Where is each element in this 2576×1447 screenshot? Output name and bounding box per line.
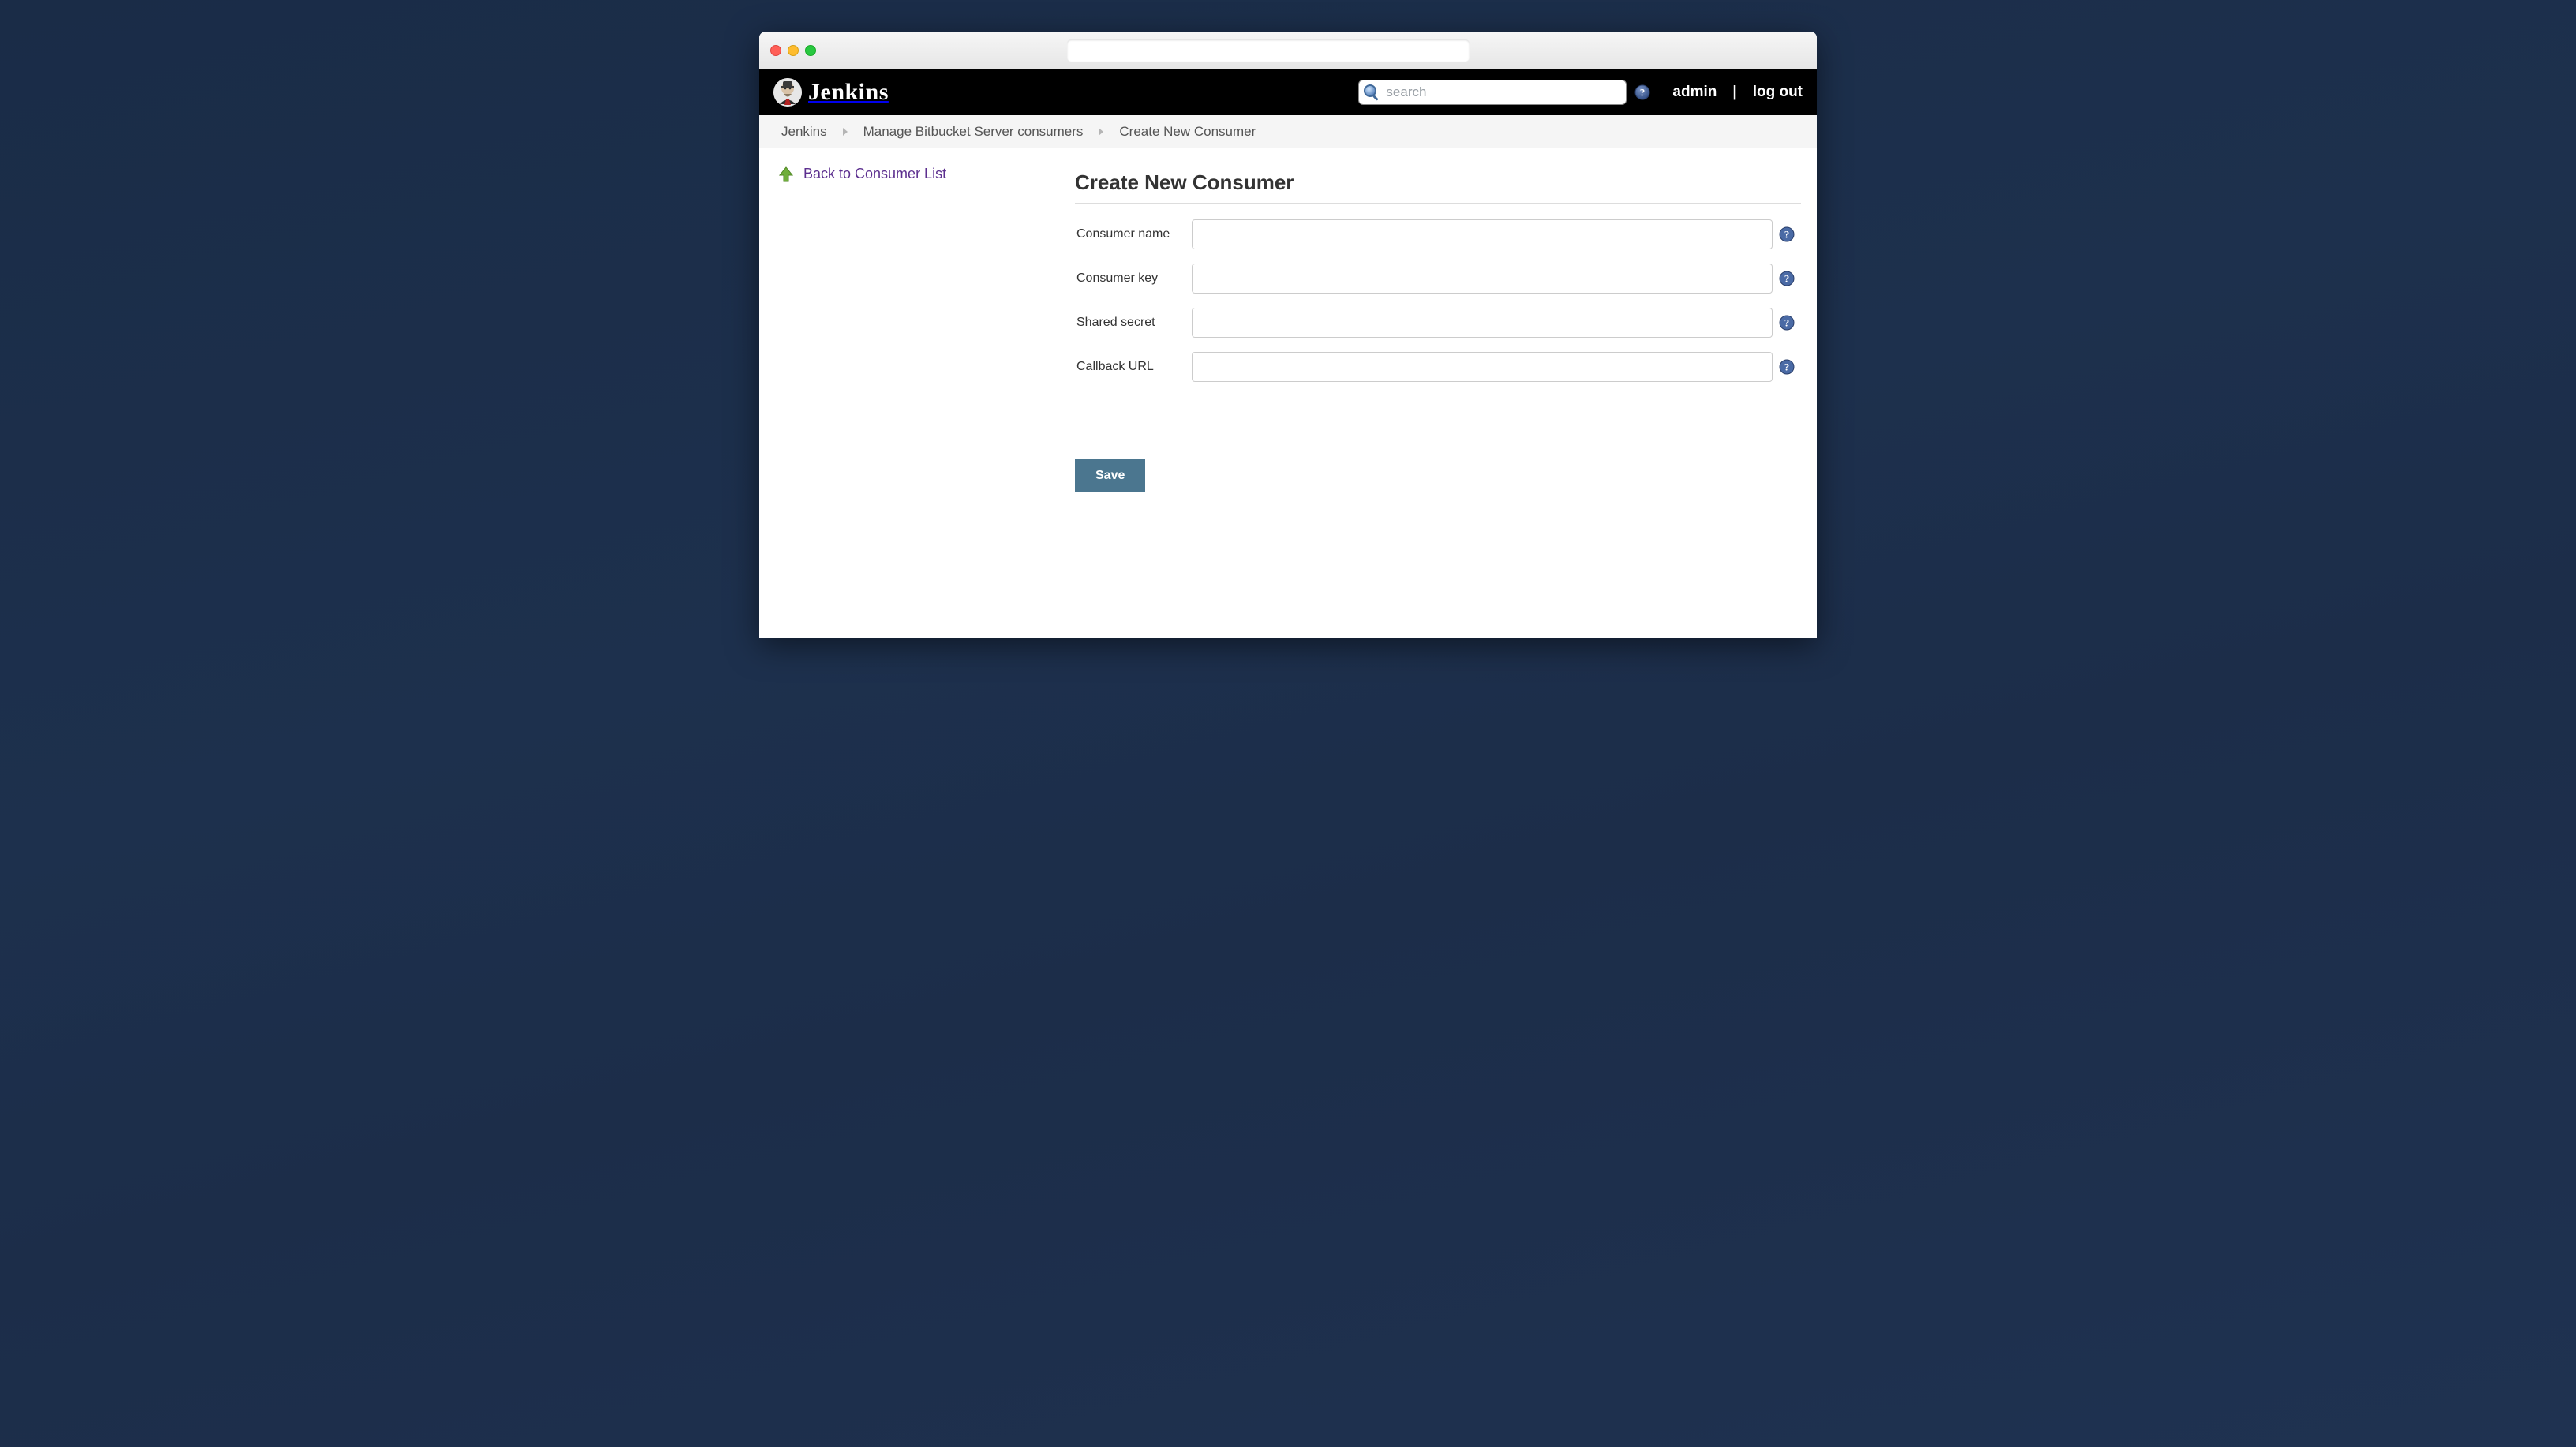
field-label: Callback URL bbox=[1075, 360, 1185, 374]
save-button[interactable]: Save bbox=[1075, 459, 1145, 492]
shared-secret-input[interactable] bbox=[1192, 308, 1773, 338]
chevron-right-icon bbox=[1099, 128, 1103, 136]
help-icon[interactable]: ? bbox=[1779, 271, 1795, 286]
field-label: Shared secret bbox=[1075, 316, 1185, 330]
user-block: admin | log out bbox=[1672, 84, 1803, 101]
field-label: Consumer key bbox=[1075, 271, 1185, 286]
breadcrumb-item[interactable]: Jenkins bbox=[777, 124, 832, 140]
help-icon[interactable]: ? bbox=[1634, 84, 1650, 100]
field-label: Consumer name bbox=[1075, 227, 1185, 241]
form-row-callback-url: Callback URL ? bbox=[1075, 352, 1801, 382]
breadcrumb: Jenkins Manage Bitbucket Server consumer… bbox=[759, 115, 1817, 148]
window-zoom-icon[interactable] bbox=[805, 45, 816, 56]
form-row-consumer-name: Consumer name ? bbox=[1075, 219, 1801, 249]
back-link-label: Back to Consumer List bbox=[803, 166, 946, 182]
help-icon[interactable]: ? bbox=[1779, 226, 1795, 242]
jenkins-logo-link[interactable]: Jenkins bbox=[773, 78, 889, 107]
consumer-key-input[interactable] bbox=[1192, 264, 1773, 294]
current-user-link[interactable]: admin bbox=[1672, 84, 1717, 101]
chevron-right-icon bbox=[843, 128, 848, 136]
jenkins-logo-text: Jenkins bbox=[808, 79, 889, 106]
content: Back to Consumer List Create New Consume… bbox=[759, 148, 1817, 638]
help-icon[interactable]: ? bbox=[1779, 315, 1795, 331]
logout-link[interactable]: log out bbox=[1753, 84, 1803, 101]
app-topbar: Jenkins bbox=[759, 69, 1817, 115]
divider bbox=[1075, 203, 1801, 204]
up-arrow-icon bbox=[778, 166, 794, 182]
search-icon bbox=[1363, 84, 1380, 101]
svg-text:?: ? bbox=[1784, 361, 1790, 373]
side-panel: Back to Consumer List bbox=[759, 148, 1075, 638]
breadcrumb-item[interactable]: Create New Consumer bbox=[1114, 124, 1260, 140]
search-wrap bbox=[1358, 80, 1627, 105]
window-minimize-icon[interactable] bbox=[788, 45, 799, 56]
form-row-consumer-key: Consumer key ? bbox=[1075, 264, 1801, 294]
main-panel: Create New Consumer Consumer name ? Cons… bbox=[1075, 148, 1817, 638]
search-input[interactable] bbox=[1358, 80, 1627, 105]
svg-text:?: ? bbox=[1640, 87, 1646, 99]
svg-text:?: ? bbox=[1784, 229, 1790, 241]
divider: | bbox=[1732, 84, 1736, 101]
help-icon[interactable]: ? bbox=[1779, 359, 1795, 375]
form-row-shared-secret: Shared secret ? bbox=[1075, 308, 1801, 338]
url-field[interactable] bbox=[1067, 39, 1470, 62]
jenkins-logo-icon bbox=[773, 78, 802, 107]
window-close-icon[interactable] bbox=[770, 45, 781, 56]
consumer-name-input[interactable] bbox=[1192, 219, 1773, 249]
back-to-list-link[interactable]: Back to Consumer List bbox=[778, 166, 1056, 182]
breadcrumb-item[interactable]: Manage Bitbucket Server consumers bbox=[859, 124, 1088, 140]
svg-text:?: ? bbox=[1784, 317, 1790, 329]
svg-text:?: ? bbox=[1784, 273, 1790, 285]
window-titlebar bbox=[759, 32, 1817, 69]
browser-window: Jenkins bbox=[759, 32, 1817, 638]
page-title: Create New Consumer bbox=[1075, 170, 1801, 195]
callback-url-input[interactable] bbox=[1192, 352, 1773, 382]
